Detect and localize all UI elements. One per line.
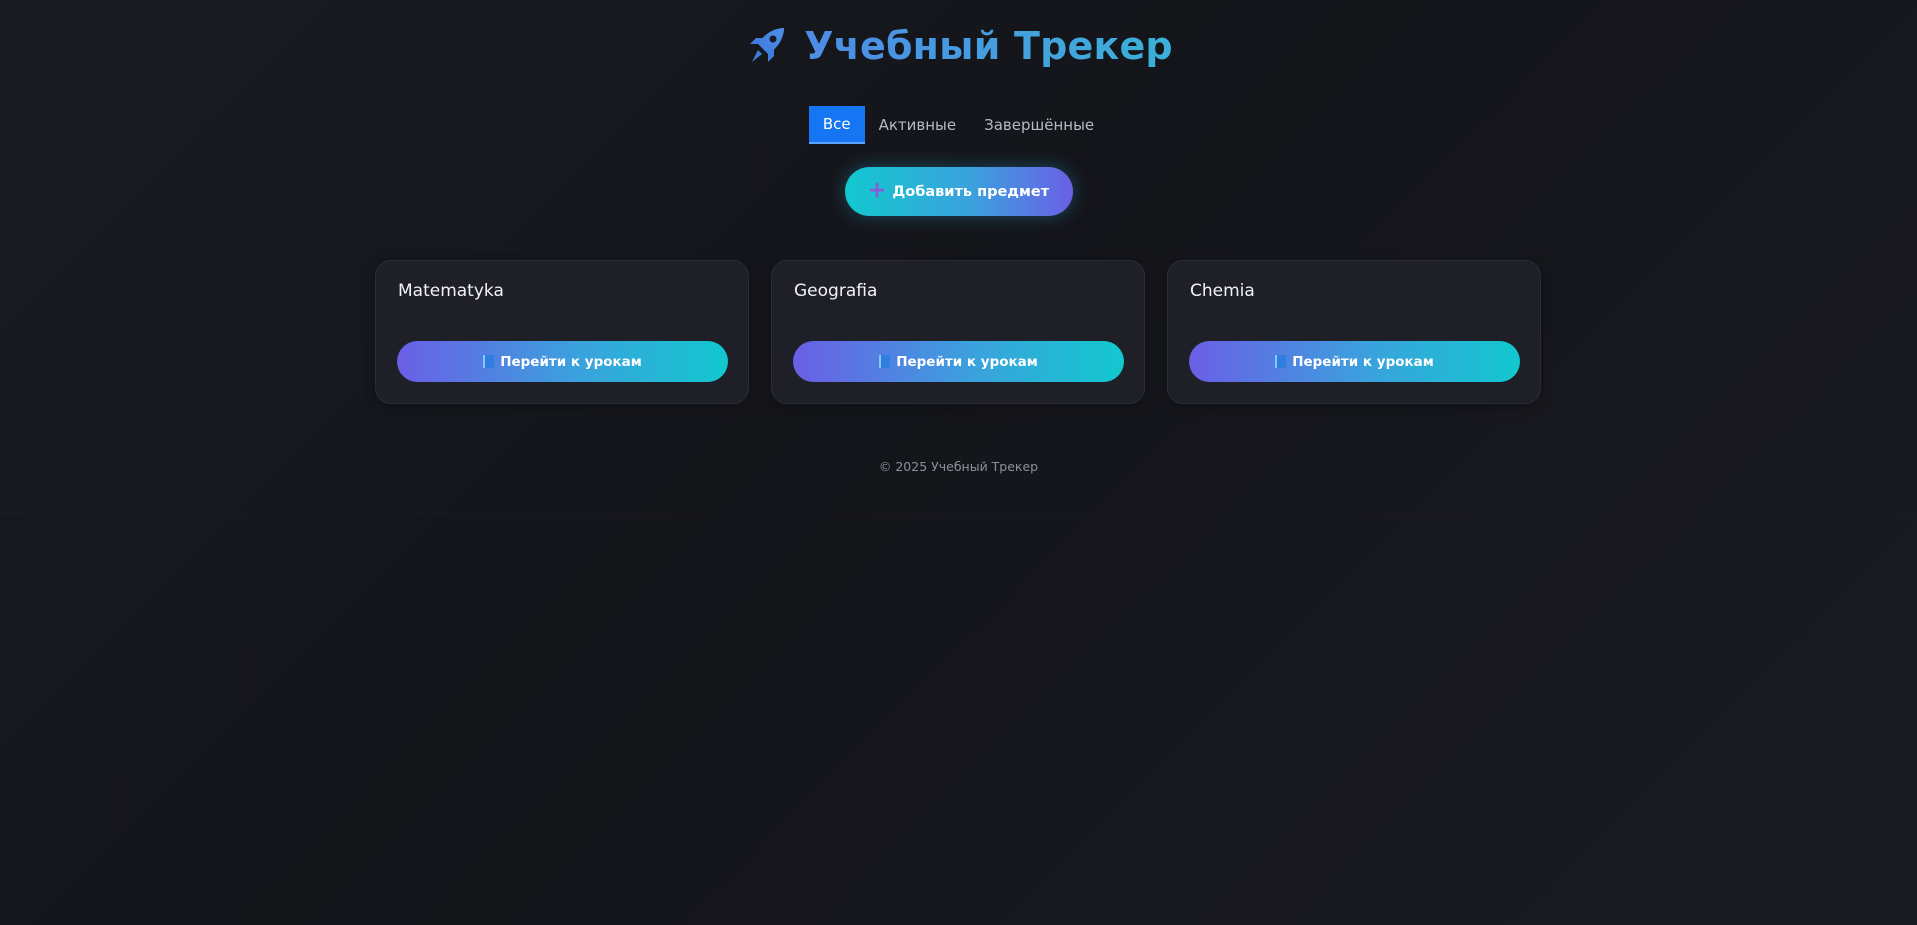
tab-completed[interactable]: Завершённые <box>970 106 1108 144</box>
go-to-lessons-button[interactable]: Перейти к урокам <box>397 341 728 382</box>
go-to-lessons-label: Перейти к урокам <box>896 353 1038 370</box>
add-subject-wrapper: + Добавить предмет <box>0 167 1917 216</box>
header: Учебный Трекер <box>0 20 1917 72</box>
book-icon <box>879 355 891 368</box>
subject-title: Geografia <box>794 281 878 301</box>
subject-title: Chemia <box>1190 281 1255 301</box>
go-to-lessons-label: Перейти к урокам <box>500 353 642 370</box>
book-icon <box>483 355 495 368</box>
app-title: Учебный Трекер <box>804 20 1173 72</box>
subject-cards: Matematyka Перейти к урокам Geografia Пе… <box>375 260 1541 404</box>
page: Учебный Трекер Все Активные Завершённые … <box>0 0 1917 925</box>
add-subject-label: Добавить предмет <box>892 183 1050 200</box>
book-icon <box>1275 355 1287 368</box>
subject-card: Chemia Перейти к урокам <box>1167 260 1541 404</box>
tab-active[interactable]: Активные <box>865 106 971 144</box>
plus-icon: + <box>867 177 887 203</box>
subject-title: Matematyka <box>398 281 504 301</box>
content-divider <box>0 512 1917 513</box>
go-to-lessons-label: Перейти к урокам <box>1292 353 1434 370</box>
tab-all[interactable]: Все <box>808 106 865 144</box>
rocket-icon <box>744 24 788 68</box>
go-to-lessons-button[interactable]: Перейти к урокам <box>1189 341 1520 382</box>
subject-card: Matematyka Перейти к урокам <box>375 260 749 404</box>
subject-card: Geografia Перейти к урокам <box>771 260 1145 404</box>
add-subject-button[interactable]: + Добавить предмет <box>844 167 1073 216</box>
go-to-lessons-button[interactable]: Перейти к урокам <box>793 341 1124 382</box>
footer-copyright: © 2025 Учебный Трекер <box>878 459 1039 474</box>
filter-tabs: Все Активные Завершённые <box>0 106 1917 144</box>
